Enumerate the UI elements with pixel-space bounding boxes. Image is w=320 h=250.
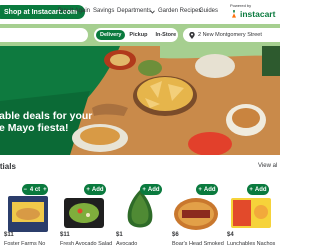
- add-button[interactable]: + Add: [84, 184, 106, 195]
- product-name: Lunchables Nachos: [227, 241, 276, 247]
- toggle-delivery[interactable]: Delivery: [96, 30, 126, 40]
- nav-guides[interactable]: Guides: [199, 8, 218, 14]
- add-button[interactable]: − 4 ct +: [22, 184, 48, 195]
- product-price: $11: [60, 232, 70, 238]
- product-name: Foster Farms No: [4, 241, 46, 247]
- section-title: ntials: [0, 162, 16, 171]
- add-button[interactable]: + Add: [196, 184, 218, 195]
- toggle-in-store[interactable]: In-Store: [151, 30, 180, 40]
- hero-line-1: able deals for your: [0, 110, 93, 122]
- minus-icon: −: [23, 186, 27, 193]
- product-name: Avocado: [116, 241, 138, 247]
- carrot-icon: [232, 10, 236, 18]
- search-input[interactable]: [0, 28, 88, 42]
- add-button[interactable]: + Add: [140, 184, 162, 195]
- hero-image: [0, 46, 280, 155]
- add-button-label: Add: [147, 186, 160, 193]
- toggle-pickup[interactable]: Pickup: [125, 30, 151, 40]
- product-name: Fresh Avocado Salad: [60, 241, 113, 247]
- view-all-link[interactable]: View al: [258, 163, 277, 169]
- hero-banner[interactable]: able deals for your e Mayo fiesta!: [0, 46, 280, 155]
- address-text: 2 New Montgomery Street: [198, 32, 262, 38]
- instacart-wordmark: instacart: [240, 9, 276, 19]
- nav-buy-it-again[interactable]: Buy It Again: [58, 8, 90, 14]
- product-card[interactable]: + Add $1 Avocado: [114, 176, 166, 250]
- add-button-label: Add: [91, 186, 104, 193]
- add-button[interactable]: + Add: [247, 184, 269, 195]
- plus-icon: +: [86, 186, 90, 193]
- plus-icon: +: [43, 186, 47, 193]
- add-button-label: Add: [203, 186, 216, 193]
- chevron-down-icon: [150, 10, 155, 14]
- hero-line-2: e Mayo fiesta!: [0, 122, 69, 134]
- product-price: $1: [116, 232, 123, 238]
- hero-headline: able deals for your e Mayo fiesta!: [0, 110, 92, 134]
- nav-departments[interactable]: Departments: [117, 8, 151, 14]
- add-button-label: Add: [254, 186, 267, 193]
- product-price: $4: [227, 232, 234, 238]
- product-card[interactable]: + Add $11 Fresh Avocado Salad: [58, 176, 113, 250]
- plus-icon: +: [198, 186, 202, 193]
- product-card[interactable]: + Add $6 Boar's Head Smoked: [170, 176, 224, 250]
- nav-garden-recipes[interactable]: Garden Recipes: [158, 8, 201, 14]
- instacart-logo: instacart: [230, 9, 280, 19]
- plus-icon: +: [142, 186, 146, 193]
- powered-by-label: Powered by: [230, 3, 252, 8]
- fulfillment-toggle: Delivery Pickup In-Store: [94, 28, 178, 42]
- top-bar: Shop at Instacart.com Buy It Again Savin…: [0, 0, 280, 24]
- product-card[interactable]: + Add $4 Lunchables Nachos: [225, 176, 277, 250]
- product-card[interactable]: − 4 ct + $11 Foster Farms No: [2, 176, 54, 250]
- plus-icon: +: [249, 186, 253, 193]
- location-pin-icon: [189, 31, 195, 39]
- product-price: $6: [172, 232, 179, 238]
- product-price: $11: [4, 232, 14, 238]
- address-selector[interactable]: 2 New Montgomery Street: [183, 28, 287, 42]
- add-button-label: 4 ct: [29, 186, 41, 193]
- product-name: Boar's Head Smoked: [172, 241, 224, 247]
- nav-savings[interactable]: Savings: [93, 8, 114, 14]
- search-row: Delivery Pickup In-Store 2 New Montgomer…: [0, 24, 287, 46]
- powered-by-instacart: Powered by instacart: [230, 3, 280, 19]
